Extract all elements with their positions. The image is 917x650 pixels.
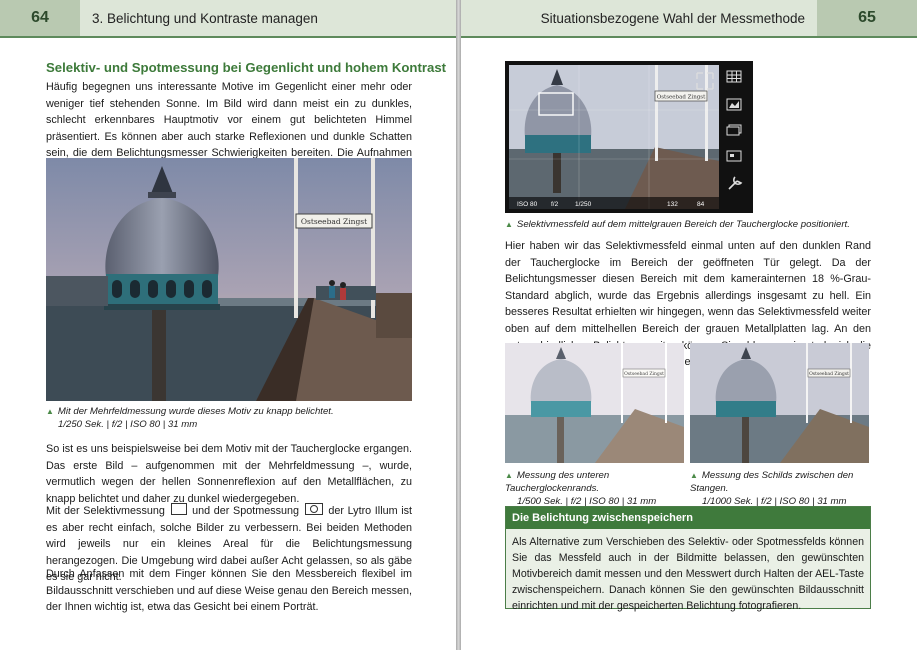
triangle-up-icon: ▲ <box>46 407 54 416</box>
section-heading: Selektiv- und Spotmessung bei Gegenlicht… <box>46 60 447 75</box>
photo-a-sign: Ostseebad Zingst <box>624 371 664 377</box>
tip-box: Die Belichtung zwischenspeichern Als Alt… <box>505 506 871 612</box>
status-aperture: f/2 <box>551 201 559 208</box>
header-rule <box>0 36 456 38</box>
page-number-left: 64 <box>0 0 80 36</box>
photo-diving-bell: Ostseebad Zingst <box>46 158 412 401</box>
triangle-up-icon: ▲ <box>505 471 513 480</box>
photo-bell-bottom-metering: Ostseebad Zingst <box>505 343 684 463</box>
camera-screen: Ostseebad Zingst ISO 80 f/2 1/250 132 84 <box>505 61 753 213</box>
selective-metering-icon <box>170 503 187 515</box>
screen-sign-text: Ostseebad Zingst <box>657 95 706 101</box>
running-header-left: 3. Belichtung und Kontraste managen <box>80 0 456 36</box>
paragraph-example: So ist es uns beispielsweise bei dem Mot… <box>46 443 412 505</box>
spot-metering-icon <box>304 503 323 515</box>
status-shutter: 1/250 <box>575 201 592 208</box>
text-selective: Mit der Selektivmessung <box>46 505 165 517</box>
caption-photo-left: ▲ Mit der Mehrfeldmessung wurde dieses Mo… <box>46 405 412 431</box>
layers-icon[interactable] <box>726 124 742 136</box>
photo-sign-text: Ostseebad Zingst <box>301 217 367 226</box>
text-spot: und der Spotmessung <box>192 505 300 517</box>
tip-box-title: Die Belichtung zwischenspeichern <box>506 507 870 529</box>
caption-exif: 1/250 Sek. | f/2 | ISO 80 | 31 mm <box>58 419 198 430</box>
wrench-icon[interactable] <box>728 176 743 190</box>
photo-b-sign: Ostseebad Zingst <box>809 371 849 377</box>
caption-b-text: Messung des Schilds zwischen den Stangen… <box>690 470 854 494</box>
status-battery: 84 <box>697 201 705 208</box>
status-iso: ISO 80 <box>517 201 538 208</box>
histogram-icon[interactable] <box>726 98 742 111</box>
triangle-up-icon: ▲ <box>690 471 698 480</box>
caption-photo-b: ▲ Messung des Schilds zwischen den Stange… <box>690 469 876 508</box>
caption-photo-a: ▲ Messung des unteren Taucherglockenrands… <box>505 469 685 508</box>
header-rule-right <box>461 36 917 38</box>
photo-bell-sign-metering: Ostseebad Zingst <box>690 343 869 463</box>
caption-screen: ▲ Selektivmessfeld auf dem mittelgrauen B… <box>505 218 875 231</box>
grid-icon[interactable] <box>726 70 742 83</box>
frame-icon[interactable] <box>726 150 742 162</box>
running-header-right: Situationsbezogene Wahl der Messmethode <box>461 0 817 36</box>
caption-a-text: Messung des unteren Taucherglockenrands. <box>505 470 610 494</box>
right-page: Situationsbezogene Wahl der Messmethode … <box>461 0 917 650</box>
paragraph-touch: Durch Anfassen mit dem Finger können Sie… <box>46 568 412 614</box>
status-shots: 132 <box>667 201 678 208</box>
tip-box-text: Als Alternative zum Verschieben des Sele… <box>512 536 864 612</box>
caption-line: Mit der Mehrfeldmessung wurde dieses Mot… <box>57 406 334 417</box>
page-number-right: 65 <box>817 0 917 36</box>
triangle-up-icon: ▲ <box>505 220 513 229</box>
caption-screen-text: Selektivmessfeld auf dem mittelgrauen Be… <box>516 219 850 230</box>
left-page: 64 3. Belichtung und Kontraste managen S… <box>0 0 456 650</box>
